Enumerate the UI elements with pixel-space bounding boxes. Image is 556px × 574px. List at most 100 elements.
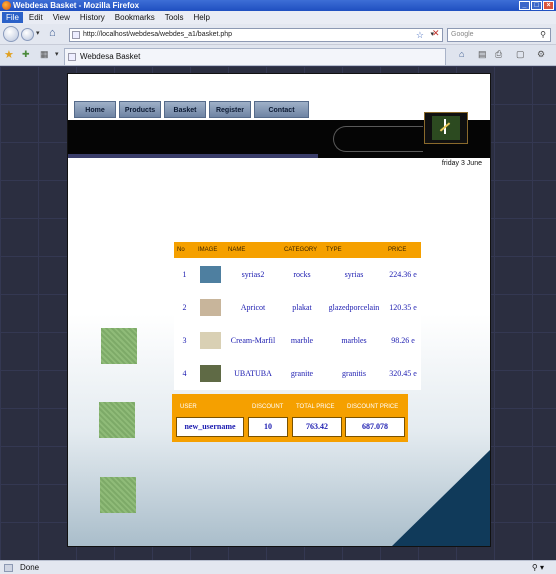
tab-label: Webdesa Basket — [80, 52, 141, 61]
tab-bar: ★ ✚ ▦ ▾ Webdesa Basket ⌂ ▤ ⎙ ▢ ⚙ — [0, 45, 556, 66]
tab-webdesa-basket[interactable]: Webdesa Basket — [64, 48, 446, 65]
maximize-button[interactable]: □ — [531, 1, 542, 10]
menu-help[interactable]: Help — [189, 12, 213, 23]
menu-edit[interactable]: Edit — [25, 12, 47, 23]
cell-price: 120.35 e — [389, 302, 417, 312]
product-thumbnail[interactable] — [199, 299, 221, 316]
bookmarks-star-icon[interactable]: ★ — [4, 48, 14, 61]
cell-name: Apricot — [240, 302, 266, 312]
summary-header-discount: DISCOUNT — [252, 404, 284, 410]
summary-header-user: USER — [180, 404, 197, 410]
basket-summary: USER DISCOUNT TOTAL PRICE DISCOUNT PRICE… — [172, 394, 408, 442]
menu-view[interactable]: View — [49, 12, 74, 23]
close-button[interactable]: × — [543, 1, 554, 10]
cell-image — [195, 291, 225, 324]
corner-decoration — [390, 448, 490, 546]
table-row: 4 UBATUBA granite granitis 320.45 e — [174, 357, 421, 390]
table-row: 3 Cream-Marfil marble marbles 98.26 e — [174, 324, 421, 357]
col-header-no: No — [177, 247, 185, 253]
cell-type: syrias — [344, 269, 364, 279]
cell-price: 320.45 e — [389, 368, 417, 378]
summary-user: new_username — [176, 417, 244, 437]
web-page: Home Products Basket Register Contact fr… — [67, 73, 491, 547]
cell-price: 98.26 e — [391, 335, 415, 345]
search-placeholder: Google — [451, 31, 474, 38]
cell-no: 4 — [182, 368, 187, 378]
nav-register[interactable]: Register — [209, 101, 251, 118]
home-icon[interactable]: ⌂ — [49, 27, 56, 39]
cell-name: UBATUBA — [234, 368, 272, 378]
nav-contact[interactable]: Contact — [254, 101, 309, 118]
tab-list-dropdown-icon[interactable]: ▾ — [55, 50, 59, 58]
menu-tools[interactable]: Tools — [161, 12, 188, 23]
cell-category: marble — [290, 335, 314, 345]
header-stripe — [68, 154, 318, 158]
minimize-button[interactable]: _ — [519, 1, 530, 10]
product-thumbnail[interactable] — [199, 266, 221, 283]
col-header-name: NAME — [228, 247, 246, 253]
cell-name: syrias2 — [241, 269, 265, 279]
window-controls: _ □ × — [519, 1, 554, 10]
back-button[interactable] — [3, 26, 19, 42]
product-thumbnail[interactable] — [199, 365, 221, 382]
menu-file[interactable]: File — [2, 12, 23, 23]
cell-type: glazedporcelain — [328, 302, 380, 312]
site-nav: Home Products Basket Register Contact — [74, 101, 309, 118]
tab-list-icon[interactable]: ▦ — [40, 49, 49, 60]
col-header-price: PRICE — [388, 247, 407, 253]
page-menu-icon[interactable]: ▢ — [516, 49, 525, 60]
cell-image — [195, 258, 225, 291]
decor-square — [100, 477, 136, 513]
cell-type: granitis — [342, 368, 366, 378]
nav-home[interactable]: Home — [74, 101, 116, 118]
nav-products[interactable]: Products — [119, 101, 161, 118]
cell-price: 224.36 e — [389, 269, 417, 279]
header-curve — [333, 126, 423, 152]
status-text: Done — [20, 563, 40, 572]
summary-total-price: 763.42 — [292, 417, 342, 437]
home-icon[interactable]: ⌂ — [459, 49, 464, 59]
forward-button[interactable] — [21, 28, 34, 41]
decor-square — [99, 402, 135, 438]
search-input[interactable]: Google ⚲ — [447, 28, 551, 42]
cell-no: 3 — [182, 335, 187, 345]
status-bar: Done ⚲ ▾ — [0, 560, 556, 574]
clock-face — [432, 116, 460, 140]
basket-body: 1 syrias2 rocks syrias 224.36 e 2 Apricot plaka… — [174, 258, 421, 390]
summary-discount: 10 — [248, 417, 288, 437]
cell-type: marbles — [341, 335, 367, 345]
cell-category: plakat — [292, 302, 312, 312]
decor-square — [101, 328, 137, 364]
product-thumbnail[interactable] — [199, 332, 221, 349]
stop-icon[interactable]: ✕ — [432, 28, 440, 39]
bookmark-star-icon[interactable]: ☆ — [416, 29, 424, 41]
window-titlebar: Webdesa Basket - Mozilla Firefox _ □ × — [0, 0, 556, 11]
col-header-image: IMAGE — [198, 247, 218, 253]
search-icon[interactable]: ⚲ — [540, 29, 546, 41]
nav-basket[interactable]: Basket — [164, 101, 206, 118]
firefox-icon — [2, 1, 11, 10]
col-header-type: TYPE — [326, 247, 342, 253]
feed-icon[interactable]: ▤ — [478, 49, 487, 60]
tools-gear-icon[interactable]: ⚙ — [537, 49, 545, 60]
tab-page-icon — [68, 53, 76, 61]
zoom-icon[interactable]: ⚲ ▾ — [532, 561, 544, 574]
summary-discount-price: 687.078 — [345, 417, 405, 437]
page-icon — [72, 31, 80, 39]
summary-header-total-price: TOTAL PRICE — [296, 404, 335, 410]
clock-widget — [424, 112, 468, 144]
cell-image — [195, 357, 225, 390]
summary-header-discount-price: DISCOUNT PRICE — [347, 404, 399, 410]
print-icon[interactable]: ⎙ — [495, 49, 502, 60]
cell-no: 1 — [182, 269, 187, 279]
history-dropdown-icon[interactable]: ▾ — [36, 29, 40, 37]
url-bar[interactable]: http://localhost/webdesa/webdes_a1/baske… — [69, 28, 443, 42]
navigation-toolbar: ▾ ⌂ http://localhost/webdesa/webdes_a1/b… — [0, 24, 556, 45]
menu-bookmarks[interactable]: Bookmarks — [111, 12, 159, 23]
cell-image — [195, 324, 225, 357]
basket-table: No IMAGE NAME CATEGORY TYPE PRICE 1 syria… — [174, 242, 421, 390]
bookmark-add-icon[interactable]: ✚ — [22, 49, 30, 60]
menu-history[interactable]: History — [76, 12, 109, 23]
menu-bar: File Edit View History Bookmarks Tools H… — [0, 11, 556, 24]
date-text: friday 3 June — [441, 160, 482, 167]
